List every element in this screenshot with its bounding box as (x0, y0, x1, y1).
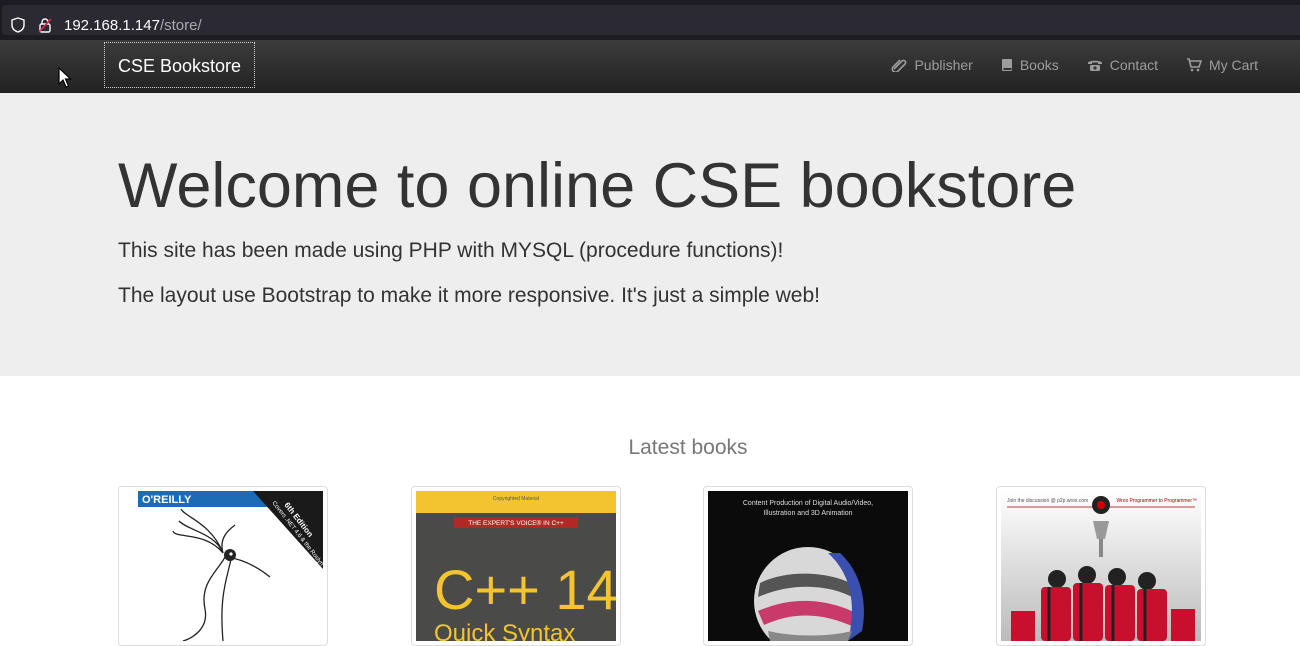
nav-item-publisher[interactable]: Publisher (877, 40, 986, 90)
nav-item-label: My Cart (1209, 57, 1258, 73)
phone-icon (1087, 60, 1102, 71)
cover-subtitle: Quick Syntax (434, 620, 575, 641)
book-card[interactable]: Content Production of Digital Audio/Vide… (703, 486, 913, 646)
book-cover[interactable]: O'REILLY 6th Edition Covers .NET 4.6 & t… (123, 491, 323, 641)
navbar: CSE Bookstore Publisher Books Contact My… (0, 40, 1300, 94)
publisher-label: O'REILLY (142, 494, 192, 506)
book-cover[interactable]: Content Production of Digital Audio/Vide… (708, 491, 908, 641)
book-cover[interactable]: Join the discussion @ p2p.wrox.com Wrox … (1001, 491, 1201, 641)
intro-line-1: This site has been made using PHP with M… (118, 239, 784, 262)
paperclip-icon (892, 59, 907, 72)
book-cover-art-1: O'REILLY 6th Edition Covers .NET 4.6 & t… (123, 491, 323, 641)
cover-top-note: Copyrighted Material (493, 496, 539, 502)
jumbotron: Welcome to online CSE bookstore This sit… (0, 93, 1300, 376)
brand-link[interactable]: CSE Bookstore (104, 42, 256, 88)
book-cover-art-3: Content Production of Digital Audio/Vide… (708, 491, 908, 641)
cart-icon (1187, 58, 1202, 72)
book-icon (1001, 59, 1012, 71)
book-cover[interactable]: Copyrighted Material THE EXPERT'S VOICE®… (416, 491, 616, 641)
insecure-lock-icon[interactable] (38, 17, 52, 33)
book-card[interactable]: Copyrighted Material THE EXPERT'S VOICE®… (411, 486, 621, 646)
shield-icon[interactable] (11, 17, 25, 33)
latest-books-title: Latest books (628, 436, 748, 459)
nav-item-cart[interactable]: My Cart (1172, 40, 1272, 90)
url-bar[interactable]: 192.168.1.147/store/ (2, 5, 1300, 35)
cover-right-note: Wrox Programmer to Programmer™ (1117, 498, 1197, 504)
book-card[interactable]: O'REILLY 6th Edition Covers .NET 4.6 & t… (118, 486, 328, 646)
mouse-cursor-icon (58, 67, 72, 88)
url-text[interactable]: 192.168.1.147/store/ (64, 17, 202, 34)
nav-item-label: Publisher (914, 57, 973, 73)
url-host: 192.168.1.147 (64, 17, 160, 34)
url-path: /store/ (159, 17, 202, 34)
book-cover-art-2: Copyrighted Material THE EXPERT'S VOICE®… (416, 491, 616, 641)
cover-left-note: Join the discussion @ p2p.wrox.com (1007, 498, 1088, 504)
nav-item-contact[interactable]: Contact (1073, 40, 1172, 90)
nav-item-label: Contact (1109, 57, 1158, 73)
book-cover-art-4: Join the discussion @ p2p.wrox.com Wrox … (1001, 491, 1201, 641)
intro-line-2: The layout use Bootstrap to make it more… (118, 284, 820, 307)
browser-toolbar: 192.168.1.147/store/ (0, 0, 1300, 40)
nav-item-label: Books (1019, 57, 1059, 73)
nav-menu: Publisher Books Contact My Cart (877, 40, 1272, 90)
series-label: THE EXPERT'S VOICE® IN C++ (468, 519, 564, 527)
book-card[interactable]: Join the discussion @ p2p.wrox.com Wrox … (996, 486, 1206, 646)
cover-subtitle: Content Production of Digital Audio/Vide… (742, 500, 874, 517)
page-title: Welcome to online CSE bookstore (118, 151, 1077, 221)
cover-title: C++ 14 (434, 558, 616, 621)
nav-item-books[interactable]: Books (987, 40, 1073, 90)
